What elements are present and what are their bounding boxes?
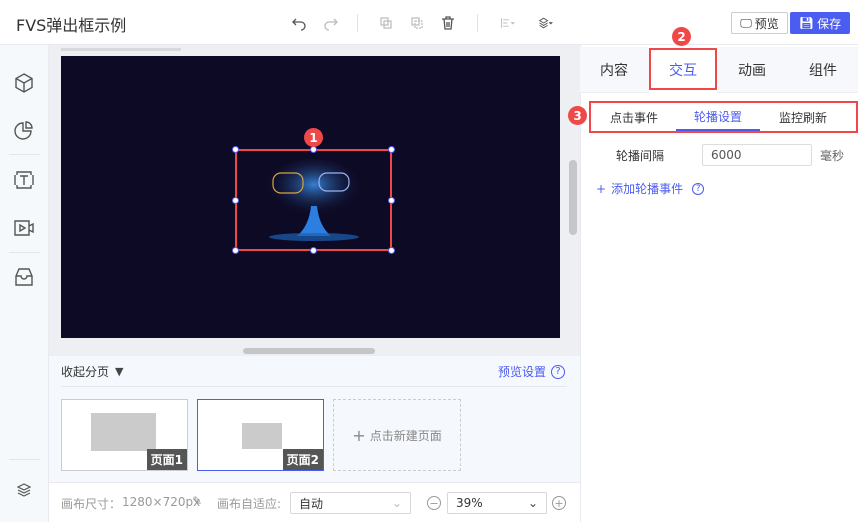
- page-title: FVS弹出框示例: [16, 16, 127, 35]
- redo-icon[interactable]: [322, 14, 340, 32]
- paste-icon[interactable]: [408, 14, 426, 32]
- layer-order-icon[interactable]: [535, 14, 557, 32]
- page-thumbnail[interactable]: 页面2: [197, 399, 324, 471]
- resize-handle[interactable]: [310, 247, 317, 254]
- step-badge: 1: [304, 128, 323, 147]
- horizontal-scrollbar[interactable]: [243, 348, 375, 354]
- component-icon[interactable]: [12, 71, 36, 95]
- canvas-hint: [61, 48, 181, 51]
- plus-icon: +: [352, 425, 366, 445]
- align-icon[interactable]: [497, 14, 519, 32]
- zoom-out-icon[interactable]: −: [427, 496, 441, 510]
- resize-handle[interactable]: [310, 146, 317, 153]
- help-icon[interactable]: ?: [692, 182, 705, 195]
- divider: [9, 252, 40, 253]
- chevron-down-icon: ⌄: [527, 496, 538, 510]
- layers-icon[interactable]: [12, 478, 36, 502]
- copy-icon[interactable]: [377, 14, 395, 32]
- interval-input[interactable]: [702, 144, 812, 166]
- tab-content[interactable]: 内容: [580, 47, 648, 93]
- interval-unit: 毫秒: [820, 149, 845, 163]
- canvas-size-value: 1280×720px: [122, 495, 201, 509]
- edit-icon[interactable]: ✎: [192, 494, 202, 508]
- top-bar: [0, 0, 858, 45]
- chart-icon[interactable]: [12, 119, 36, 143]
- step-badge: 2: [672, 27, 691, 46]
- vertical-scrollbar[interactable]: [569, 160, 577, 235]
- video-icon[interactable]: [12, 216, 36, 240]
- selection-box[interactable]: [235, 149, 392, 251]
- canvas-size-label: 画布尺寸：: [61, 497, 122, 511]
- preview-button[interactable]: 🖵 预览: [731, 12, 788, 34]
- help-icon[interactable]: ?: [551, 364, 566, 379]
- interval-label: 轮播间隔: [616, 149, 665, 163]
- save-icon: 💾︎: [798, 16, 815, 30]
- zoom-select[interactable]: 39% ⌄: [447, 492, 547, 514]
- resize-handle[interactable]: [388, 197, 395, 204]
- canvas-fit-label: 画布自适应:: [217, 497, 282, 511]
- resize-handle[interactable]: [388, 146, 395, 153]
- canvas-fit-select[interactable]: 自动 ⌄: [290, 492, 411, 514]
- monitor-icon: 🖵: [740, 15, 752, 30]
- page-thumbnail[interactable]: 页面1: [61, 399, 188, 471]
- resize-handle[interactable]: [232, 197, 239, 204]
- collapse-pages-toggle[interactable]: 收起分页 ▼: [61, 363, 123, 380]
- tab-components[interactable]: 组件: [788, 47, 858, 93]
- text-icon[interactable]: [12, 168, 36, 192]
- tab-animation[interactable]: 动画: [718, 47, 786, 93]
- preview-settings-link[interactable]: 预览设置?: [498, 363, 566, 380]
- caret-down-icon: ▼: [115, 365, 124, 378]
- divider: [357, 14, 358, 32]
- divider: [61, 386, 567, 387]
- resize-handle[interactable]: [232, 146, 239, 153]
- resize-handle[interactable]: [232, 247, 239, 254]
- save-button[interactable]: 💾︎ 保存: [790, 12, 850, 34]
- add-carousel-event-button[interactable]: + 添加轮播事件?: [596, 180, 705, 197]
- divider: [9, 459, 40, 460]
- delete-icon[interactable]: [439, 14, 457, 32]
- inbox-icon[interactable]: [12, 265, 36, 289]
- resize-handle[interactable]: [388, 247, 395, 254]
- undo-icon[interactable]: [290, 14, 308, 32]
- highlight-box: [589, 101, 858, 133]
- divider: [477, 14, 478, 32]
- step-badge: 3: [568, 106, 587, 125]
- chevron-down-icon: ⌄: [391, 496, 402, 510]
- plus-icon: +: [596, 181, 607, 196]
- divider: [9, 154, 40, 155]
- highlight-box: [649, 48, 717, 90]
- new-page-button[interactable]: + 点击新建页面: [333, 399, 461, 471]
- zoom-in-icon[interactable]: +: [552, 496, 566, 510]
